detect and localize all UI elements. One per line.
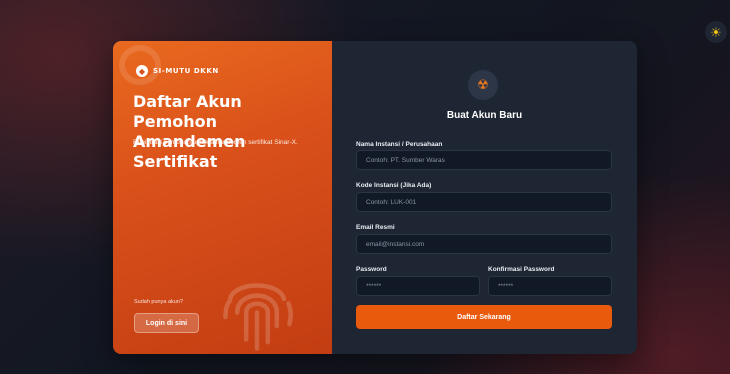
instansi-input[interactable]: Contoh: PT. Sumber Waras [356, 150, 612, 170]
form-panel: ☢ Buat Akun Baru Nama Instansi / Perusah… [332, 41, 637, 354]
register-submit-button[interactable]: Daftar Sekarang [356, 305, 612, 329]
shield-icon: ◆ [136, 65, 148, 77]
fingerprint-icon [223, 283, 293, 351]
register-card: ◆ SI-MUTU DKKN Daftar Akun Pemohon Amand… [113, 41, 637, 354]
page-description: Registrasi pemohon untuk amandemen serti… [133, 139, 298, 146]
title-line-1: Daftar Akun Pemohon [133, 92, 242, 131]
confirm-password-label: Konfirmasi Password [488, 266, 555, 273]
login-button[interactable]: Login di sini [134, 313, 199, 333]
brand: ◆ SI-MUTU DKKN [136, 65, 219, 77]
left-panel: ◆ SI-MUTU DKKN Daftar Akun Pemohon Amand… [113, 41, 332, 354]
confirm-password-input[interactable]: ****** [488, 276, 612, 296]
password-label: Password [356, 266, 387, 273]
theme-toggle-button[interactable]: ☀ [705, 21, 727, 43]
form-title: Buat Akun Baru [446, 110, 523, 121]
password-input[interactable]: ****** [356, 276, 480, 296]
kode-label: Kode Instansi (Jika Ada) [356, 182, 432, 189]
email-input[interactable]: email@instansi.com [356, 234, 612, 254]
kode-input[interactable]: Contoh: LUK-001 [356, 192, 612, 212]
sun-icon: ☀ [710, 24, 722, 40]
page-title: Daftar Akun Pemohon Amandemen Sertifikat [133, 92, 323, 172]
brand-name: SI-MUTU DKKN [153, 67, 219, 75]
email-label: Email Resmi [356, 224, 395, 231]
instansi-label: Nama Instansi / Perusahaan [356, 141, 443, 148]
radiation-icon: ☢ [468, 70, 498, 100]
login-hint: Sudah punya akun? [134, 299, 183, 305]
